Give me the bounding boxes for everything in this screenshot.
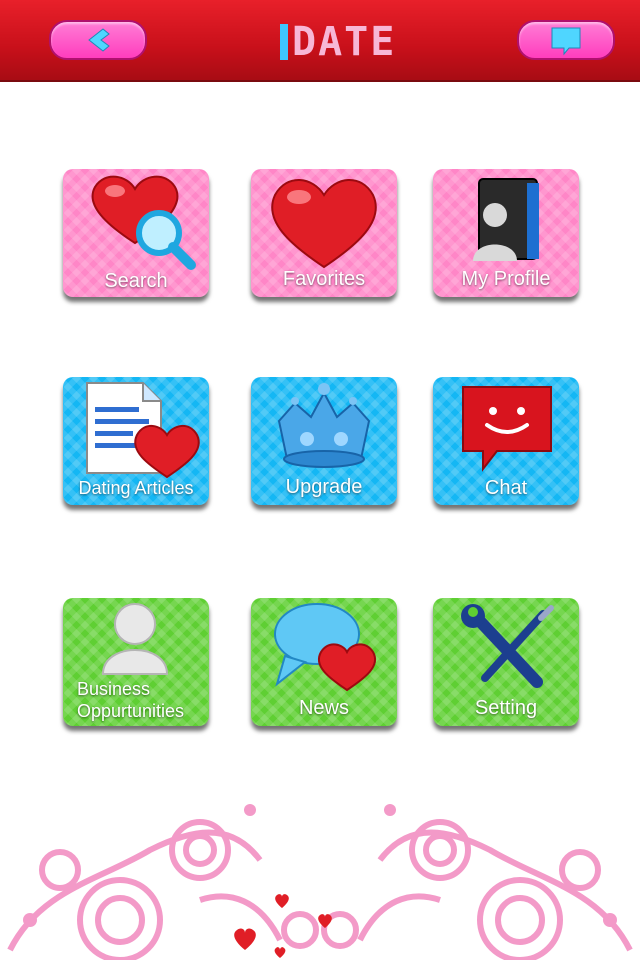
floral-heart-ornament bbox=[7, 804, 633, 960]
business-label-line2: Oppurtunities bbox=[77, 701, 185, 721]
logo-bar bbox=[280, 24, 288, 60]
speech-bubble-icon bbox=[551, 27, 581, 56]
header-bar: DATE bbox=[0, 0, 640, 82]
dating-articles-tile[interactable]: Dating Articles bbox=[63, 377, 209, 505]
dating-articles-label: Dating Articles bbox=[78, 478, 194, 498]
favorites-tile[interactable]: Favorites bbox=[251, 169, 397, 297]
my-profile-label: My Profile bbox=[461, 268, 551, 290]
business-opportunities-tile[interactable]: Business Oppurtunities bbox=[63, 598, 209, 726]
business-label-line1: Business bbox=[77, 679, 151, 699]
favorites-label: Favorites bbox=[282, 268, 366, 290]
search-label: Search bbox=[104, 270, 168, 292]
search-tile[interactable]: Search bbox=[63, 169, 209, 297]
app-logo: DATE bbox=[280, 22, 396, 62]
messages-button[interactable] bbox=[517, 20, 615, 60]
logo-text: DATE bbox=[292, 19, 397, 65]
upgrade-tile[interactable]: Upgrade bbox=[251, 377, 397, 505]
news-label: News bbox=[298, 697, 349, 719]
chat-label: Chat bbox=[484, 477, 528, 499]
news-tile[interactable]: News bbox=[251, 598, 397, 726]
back-button[interactable] bbox=[49, 20, 147, 60]
upgrade-label: Upgrade bbox=[285, 476, 363, 498]
setting-label: Setting bbox=[474, 697, 538, 719]
my-profile-tile[interactable]: My Profile bbox=[433, 169, 579, 297]
setting-tile[interactable]: Setting bbox=[433, 598, 579, 726]
chat-tile[interactable]: Chat bbox=[433, 377, 579, 505]
chevron-left-icon bbox=[88, 28, 110, 52]
